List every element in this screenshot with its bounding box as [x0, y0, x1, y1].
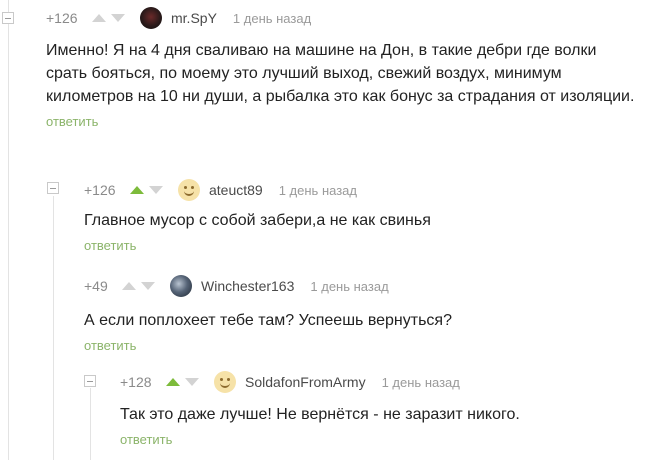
thread-line — [8, 0, 9, 460]
comment-rating: +126 — [46, 10, 78, 26]
thread-line — [90, 388, 91, 460]
upvote-arrow-icon[interactable] — [166, 378, 180, 386]
timestamp: 1 день назад — [278, 182, 357, 198]
collapse-thread-button[interactable] — [47, 182, 59, 194]
comment: +126 ateuct89 1 день назад Главное мусор… — [84, 176, 634, 255]
comment-header: +126 ateuct89 1 день назад — [84, 176, 634, 204]
comment-text: Главное мусор с собой забери,а не как св… — [84, 212, 431, 229]
comment-text: А если поплохеет тебе там? Успеешь верну… — [84, 312, 452, 329]
username[interactable]: mr.SpY — [171, 10, 217, 26]
collapse-thread-button[interactable] — [84, 375, 96, 387]
downvote-arrow-icon[interactable] — [149, 186, 163, 194]
comment-text: Так это даже лучше! Не вернётся - не зар… — [120, 406, 520, 423]
username[interactable]: Winchester163 — [201, 278, 294, 294]
comment: +49 Winchester163 1 день назад А если по… — [84, 272, 634, 355]
comment: +126 mr.SpY 1 день назад Именно! Я на 4 … — [46, 4, 636, 131]
comment: +128 SoldafonFromArmy 1 день назад Так э… — [120, 368, 640, 449]
reply-link[interactable]: ответить — [84, 338, 136, 353]
collapse-thread-button[interactable] — [2, 12, 14, 24]
reply-link[interactable]: ответить — [120, 432, 172, 447]
downvote-arrow-icon[interactable] — [185, 378, 199, 386]
reply-link[interactable]: ответить — [84, 238, 136, 253]
downvote-arrow-icon[interactable] — [111, 14, 125, 22]
comment-header: +49 Winchester163 1 день назад — [84, 272, 634, 300]
upvote-arrow-icon[interactable] — [130, 186, 144, 194]
comment-header: +126 mr.SpY 1 день назад — [46, 4, 636, 32]
downvote-arrow-icon[interactable] — [141, 282, 155, 290]
avatar[interactable] — [170, 275, 192, 297]
comment-rating: +49 — [84, 278, 108, 294]
comment-text: Именно! Я на 4 дня сваливаю на машине на… — [46, 42, 635, 105]
comment-rating: +128 — [120, 374, 152, 390]
reply-link[interactable]: ответить — [46, 114, 98, 129]
timestamp: 1 день назад — [381, 374, 460, 390]
upvote-arrow-icon[interactable] — [92, 14, 106, 22]
avatar[interactable] — [178, 179, 200, 201]
avatar[interactable] — [214, 371, 236, 393]
thread-line — [53, 196, 54, 460]
upvote-arrow-icon[interactable] — [122, 282, 136, 290]
username[interactable]: ateuct89 — [209, 182, 263, 198]
comment-rating: +126 — [84, 182, 116, 198]
comment-header: +128 SoldafonFromArmy 1 день назад — [120, 368, 640, 396]
timestamp: 1 день назад — [310, 278, 389, 294]
username[interactable]: SoldafonFromArmy — [245, 374, 366, 390]
avatar[interactable] — [140, 7, 162, 29]
timestamp: 1 день назад — [232, 10, 312, 26]
